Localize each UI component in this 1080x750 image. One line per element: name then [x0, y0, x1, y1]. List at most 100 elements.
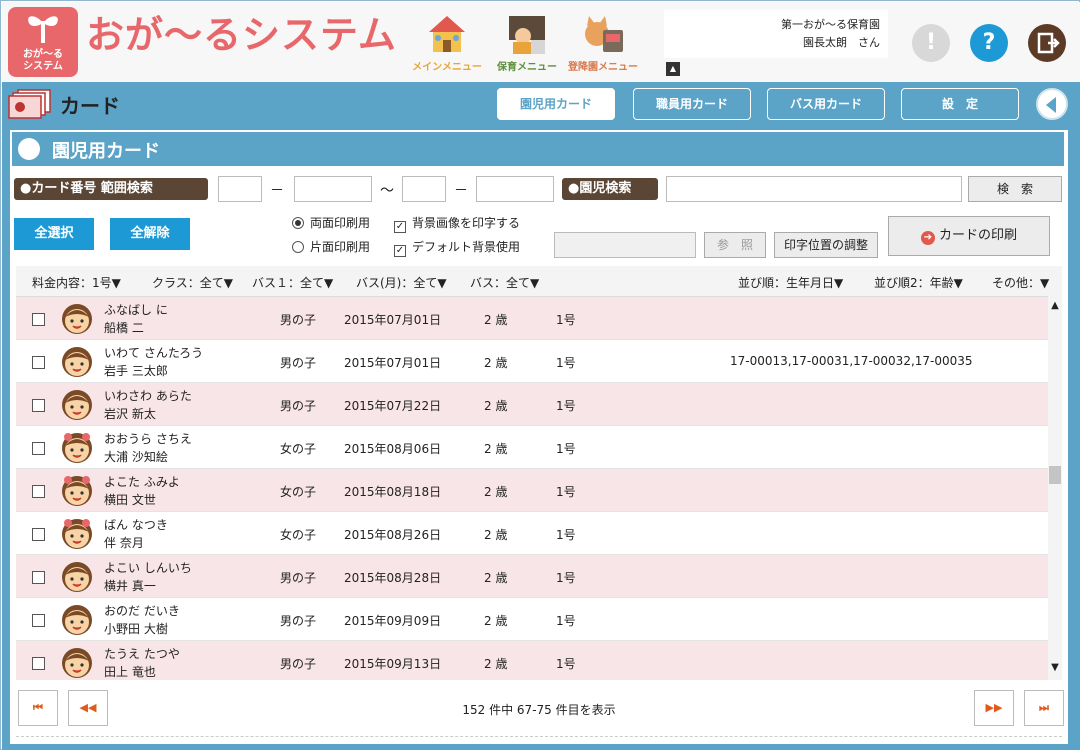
table-row[interactable]: おのだ だいき 小野田 大樹 男の子 2015年09月09日 2 歳 1号: [16, 598, 1048, 641]
row-checkbox[interactable]: [32, 399, 45, 412]
range-dash-2: －: [454, 183, 468, 199]
chevron-up-icon[interactable]: ▲: [1048, 300, 1062, 314]
radio-selected-icon[interactable]: [292, 217, 304, 229]
collapse-button[interactable]: [1036, 88, 1068, 120]
child-fee-type: 1号: [556, 313, 576, 327]
row-checkbox[interactable]: [32, 528, 45, 541]
other-dropdown[interactable]: その他：▼: [992, 274, 1049, 291]
duplex-option[interactable]: 両面印刷用: [292, 214, 370, 231]
default-bg-option[interactable]: ✓ デフォルト背景使用: [394, 238, 520, 257]
filter-bar: 料金内容：1号▼ クラス：全て▼ バス１：全て▼ バス(月)：全て▼ バス：全て…: [16, 266, 1062, 296]
child-kana: おのだ だいき: [104, 604, 180, 618]
notice-icon[interactable]: !: [912, 24, 950, 62]
child-age: 2 歳: [484, 356, 508, 370]
child-age: 2 歳: [484, 528, 508, 542]
range-from-prefix-input[interactable]: [218, 176, 262, 202]
child-birthdate: 2015年08月28日: [344, 571, 442, 585]
select-all-button[interactable]: 全選択: [14, 218, 94, 250]
simplex-option[interactable]: 片面印刷用: [292, 238, 370, 255]
row-checkbox[interactable]: [32, 657, 45, 670]
search-button[interactable]: 検 索: [968, 176, 1062, 202]
tab-settings[interactable]: 設 定: [901, 88, 1019, 120]
page-title: カード: [60, 94, 120, 118]
last-page-button[interactable]: ⏭: [1024, 690, 1064, 726]
child-search-input[interactable]: [666, 176, 962, 202]
child-fee-type: 1号: [556, 485, 576, 499]
attendance-menu-button[interactable]: 登降園メニュー: [568, 10, 638, 74]
user-menu-caret-icon[interactable]: ▲: [666, 62, 680, 76]
child-gender: 男の子: [280, 657, 317, 671]
bg-file-input[interactable]: [554, 232, 696, 258]
child-gender: 男の子: [280, 399, 317, 413]
list-scrollbar[interactable]: ▲ ▼: [1048, 296, 1062, 680]
range-to-prefix-input[interactable]: [402, 176, 446, 202]
section-title: 園児用カード: [52, 141, 160, 162]
row-checkbox[interactable]: [32, 485, 45, 498]
child-gender: 男の子: [280, 614, 317, 628]
child-fee-type: 1号: [556, 571, 576, 585]
row-checkbox[interactable]: [32, 614, 45, 627]
child-kanji: 田上 竜也: [104, 665, 156, 679]
table-row[interactable]: よこい しんいち 横井 真一 男の子 2015年08月28日 2 歳 1号: [16, 555, 1048, 598]
child-search-label: ●園児検索: [562, 178, 658, 200]
range-from-number-input[interactable]: [294, 176, 372, 202]
radio-icon[interactable]: [292, 241, 304, 253]
main-menu-button[interactable]: メインメニュー: [412, 10, 482, 74]
chevron-down-icon[interactable]: ▼: [1048, 662, 1062, 676]
child-kana: たうえ たつや: [104, 647, 180, 661]
tab-staff-card[interactable]: 職員用カード: [633, 88, 751, 120]
app-logo[interactable]: おが～る システム: [8, 7, 78, 77]
print-card-button[interactable]: ➔ カードの印刷: [888, 216, 1050, 256]
bus1-filter[interactable]: バス１：全て▼: [252, 274, 333, 291]
child-birthdate: 2015年09月13日: [344, 657, 442, 671]
fee-filter[interactable]: 料金内容：1号▼: [32, 274, 121, 291]
table-row[interactable]: いわて さんたろう 岩手 三太郎 男の子 2015年07月01日 2 歳 1号 17-000…: [16, 340, 1048, 383]
scroll-thumb[interactable]: [1049, 466, 1061, 484]
row-checkbox[interactable]: [32, 571, 45, 584]
table-row[interactable]: ふなばし に船橋 二 男の子 2015年07月01日 2 歳 1号: [16, 297, 1048, 340]
child-kana: ふなばし に: [104, 303, 168, 317]
print-bg-option[interactable]: ✓ 背景画像を印字する: [394, 214, 520, 233]
child-birthdate: 2015年07月22日: [344, 399, 442, 413]
print-card-label: カードの印刷: [938, 228, 1017, 243]
boy-face-icon: [62, 390, 92, 420]
child-birthdate: 2015年08月18日: [344, 485, 442, 499]
bus-month-filter[interactable]: バス(月)：全て▼: [356, 274, 447, 291]
adjust-position-button[interactable]: 印字位置の調整: [774, 232, 878, 258]
row-checkbox[interactable]: [32, 442, 45, 455]
deselect-all-button[interactable]: 全解除: [110, 218, 190, 250]
class-filter[interactable]: クラス：全て▼: [152, 274, 233, 291]
row-checkbox[interactable]: [32, 356, 45, 369]
child-kana: ばん なつき: [104, 518, 168, 532]
child-age: 2 歳: [484, 442, 508, 456]
child-age: 2 歳: [484, 657, 508, 671]
sort2-dropdown[interactable]: 並び順2：年齢▼: [874, 274, 963, 291]
girl-face-icon: [62, 433, 92, 463]
child-kanji: 伴 奈月: [104, 536, 144, 550]
row-checkbox[interactable]: [32, 313, 45, 326]
checkbox-checked-icon[interactable]: ✓: [394, 221, 406, 233]
arrow-right-circle-icon: ➔: [920, 231, 935, 245]
checkbox-checked-icon[interactable]: ✓: [394, 245, 406, 257]
table-row[interactable]: いわさわ あらた 岩沢 新太 男の子 2015年07月22日 2 歳 1号: [16, 383, 1048, 426]
tab-bus-card[interactable]: バス用カード: [767, 88, 885, 120]
childcare-menu-button[interactable]: 保育メニュー: [492, 10, 562, 74]
child-fee-type: 1号: [556, 442, 576, 456]
range-to-number-input[interactable]: [476, 176, 554, 202]
help-icon[interactable]: ?: [970, 24, 1008, 62]
next-page-button[interactable]: ▶▶: [974, 690, 1014, 726]
child-age: 2 歳: [484, 313, 508, 327]
page-info: 152 件中 67-75 件目を表示: [462, 703, 616, 717]
table-row[interactable]: たうえ たつや 田上 竜也 男の子 2015年09月13日 2 歳 1号: [16, 641, 1048, 680]
child-gender: 女の子: [280, 528, 317, 542]
tab-child-card[interactable]: 園児用カード: [497, 88, 615, 120]
bus-filter[interactable]: バス：全て▼: [470, 274, 539, 291]
child-kana: いわて さんたろう: [104, 346, 204, 360]
browse-button[interactable]: 参 照: [704, 232, 766, 258]
table-row[interactable]: おおうら さちえ 大浦 沙知絵 女の子 2015年08月06日 2 歳 1号: [16, 426, 1048, 469]
table-row[interactable]: よこた ふみよ 横田 文世 女の子 2015年08月18日 2 歳 1号: [16, 469, 1048, 512]
girl-face-icon: [62, 476, 92, 506]
logout-icon[interactable]: [1028, 24, 1066, 62]
sort1-dropdown[interactable]: 並び順：生年月日▼: [738, 274, 843, 291]
table-row[interactable]: ばん なつき伴 奈月 女の子 2015年08月26日 2 歳 1号: [16, 512, 1048, 555]
